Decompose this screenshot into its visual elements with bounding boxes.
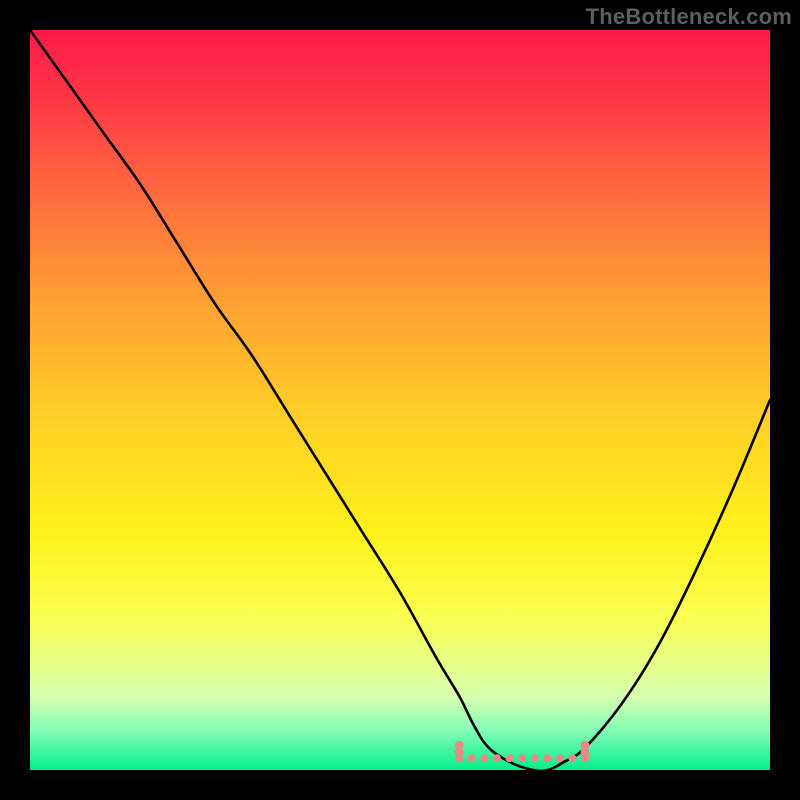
bottleneck-curve: [30, 30, 770, 770]
curve-layer: [30, 30, 770, 770]
chart-stage: TheBottleneck.com: [0, 0, 800, 800]
optimal-range-dots: [455, 741, 590, 763]
plot-area: [30, 30, 770, 770]
watermark-text: TheBottleneck.com: [586, 4, 792, 30]
